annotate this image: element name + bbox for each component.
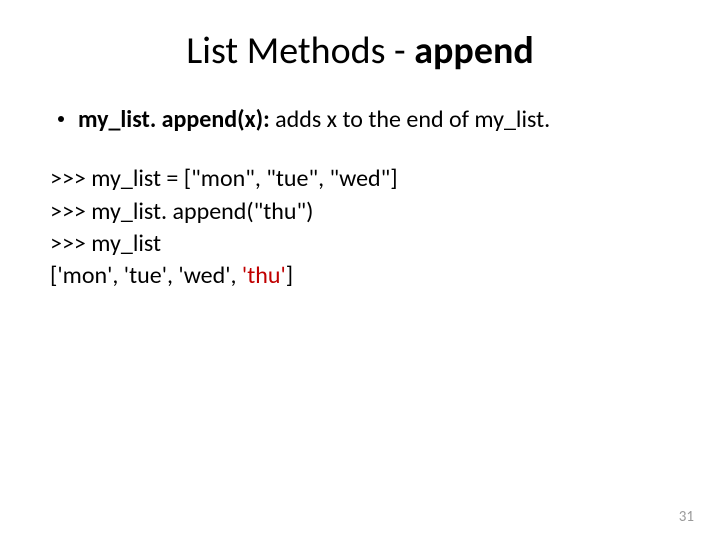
code-line-4-highlight: 'thu' bbox=[242, 261, 286, 290]
code-block: >>> my_list = ["mon", "tue", "wed"] >>> … bbox=[50, 163, 670, 293]
bullet-dot-icon bbox=[58, 116, 64, 122]
bullet-text: my_list. append(x): adds x to the end of… bbox=[78, 104, 550, 135]
slide: List Methods - append my_list. append(x)… bbox=[0, 0, 720, 540]
bullet-item: my_list. append(x): adds x to the end of… bbox=[58, 104, 670, 135]
code-line-2: >>> my_list. append("thu") bbox=[50, 196, 670, 228]
code-line-3: >>> my_list bbox=[50, 228, 670, 260]
slide-title: List Methods - append bbox=[50, 28, 670, 74]
bullet-desc: adds x to the end of my_list. bbox=[270, 105, 550, 134]
title-prefix: List Methods - bbox=[186, 28, 414, 74]
bullet-method: my_list. append(x): bbox=[78, 105, 270, 134]
page-number: 31 bbox=[679, 508, 694, 526]
code-line-4: ['mon', 'tue', 'wed', 'thu'] bbox=[50, 260, 670, 292]
title-bold: append bbox=[414, 28, 533, 74]
code-line-4-suffix: ] bbox=[286, 261, 293, 290]
code-line-4-prefix: ['mon', 'tue', 'wed', bbox=[50, 261, 242, 290]
code-line-1: >>> my_list = ["mon", "tue", "wed"] bbox=[50, 163, 670, 195]
